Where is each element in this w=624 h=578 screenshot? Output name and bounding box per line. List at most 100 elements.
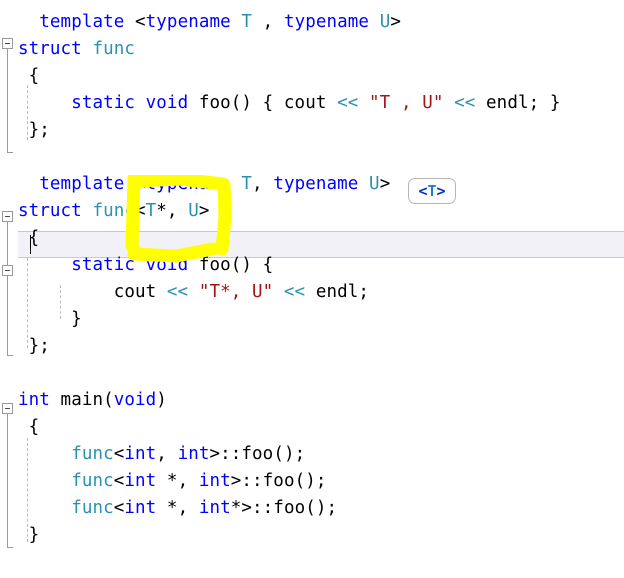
code-line[interactable]: int main(void)	[18, 387, 167, 414]
code-token: endl;	[305, 282, 370, 302]
code-line[interactable]: {	[18, 63, 40, 90]
code-token: endl; }	[475, 93, 561, 113]
code-token: {	[18, 417, 40, 437]
code-token: func	[71, 471, 114, 491]
code-line[interactable]: func<int *, int*>::foo();	[18, 495, 337, 522]
code-line[interactable]: func<int *, int>::foo();	[18, 468, 327, 495]
code-token: *,	[156, 201, 189, 221]
fold-guide-line	[7, 414, 8, 547]
code-token: struct	[18, 39, 82, 59]
code-token: func	[71, 444, 114, 464]
code-token: main(	[49, 390, 114, 410]
code-token: *,	[156, 471, 199, 491]
code-token: func	[92, 39, 136, 59]
code-token: }	[18, 525, 40, 545]
code-token: <<	[283, 282, 306, 302]
code-line[interactable]: }	[18, 522, 40, 549]
fold-guide-line	[7, 49, 8, 152]
code-token: int	[198, 498, 231, 518]
code-token: typename	[283, 12, 370, 32]
code-token: int	[124, 471, 157, 491]
code-editor[interactable]: template <typename T , typename U> struct…	[0, 0, 624, 578]
code-token: U	[369, 174, 380, 194]
code-line[interactable]: func<int, int>::foo();	[18, 441, 305, 468]
code-line[interactable]: {	[18, 225, 40, 252]
code-line[interactable]: struct func<T*, U>	[18, 198, 210, 225]
fold-toggle-foo-body[interactable]	[2, 265, 13, 276]
code-token: int	[124, 444, 157, 464]
code-line[interactable]: template <typename T, typename U>	[18, 171, 390, 198]
code-line[interactable]: template <typename T , typename U>	[18, 9, 401, 36]
code-token: *,	[156, 498, 199, 518]
code-token: T	[241, 174, 253, 194]
code-token: void	[145, 93, 189, 113]
code-token: >	[390, 12, 401, 32]
code-token: typename	[273, 174, 359, 194]
fold-guide-foot	[7, 355, 13, 356]
code-token: >::foo();	[209, 444, 306, 464]
code-token: template	[39, 12, 125, 32]
code-line[interactable]: cout << "T*, U" << endl;	[18, 279, 369, 306]
code-token: *>::foo();	[230, 498, 338, 518]
code-line[interactable]: struct func	[18, 36, 135, 63]
code-token: >	[198, 201, 210, 221]
fold-guide-line	[7, 222, 8, 355]
code-token: <	[124, 174, 146, 194]
code-token: };	[18, 336, 50, 356]
code-token: <<	[337, 93, 359, 113]
code-line[interactable]: {	[18, 414, 40, 441]
code-token: "T , U"	[369, 93, 444, 113]
code-line[interactable]: };	[18, 333, 50, 360]
code-token: func	[71, 498, 114, 518]
code-token: T	[145, 201, 157, 221]
code-token: void	[113, 390, 157, 410]
code-line[interactable]: static void foo() { cout << "T , U" << e…	[18, 90, 561, 117]
code-line[interactable]: static void foo() {	[18, 252, 273, 279]
code-token: {	[18, 66, 40, 86]
code-token: }	[18, 309, 82, 329]
code-token: <	[135, 201, 146, 221]
code-line[interactable]: };	[18, 117, 50, 144]
code-token: cout	[18, 282, 167, 302]
fold-toggle-struct-func[interactable]	[2, 38, 13, 49]
badge-type-letter: T	[427, 182, 437, 200]
text-caret	[30, 235, 31, 254]
code-token: >::foo();	[230, 471, 327, 491]
fold-toggle-main[interactable]	[2, 403, 13, 414]
type-hint-badge[interactable]: <T>	[408, 178, 456, 204]
code-token: func	[92, 201, 136, 221]
code-token: <	[113, 444, 125, 464]
code-token: foo() { cout	[188, 93, 338, 113]
fold-guide-foot	[7, 152, 13, 153]
code-token: U	[379, 12, 391, 32]
code-token: static	[71, 93, 136, 113]
code-token: {	[18, 228, 40, 248]
code-token: <<	[454, 93, 476, 113]
code-token: struct	[18, 201, 82, 221]
code-line[interactable]: }	[18, 306, 82, 333]
code-token: typename	[145, 174, 231, 194]
code-token: <	[113, 498, 125, 518]
code-token: int	[198, 471, 231, 491]
badge-close-angle: >	[436, 182, 446, 200]
code-token: T	[241, 12, 253, 32]
fold-margin[interactable]	[0, 0, 18, 578]
code-token: <	[113, 471, 125, 491]
fold-toggle-struct-func-spec[interactable]	[2, 211, 13, 222]
code-token: ,	[252, 174, 274, 194]
